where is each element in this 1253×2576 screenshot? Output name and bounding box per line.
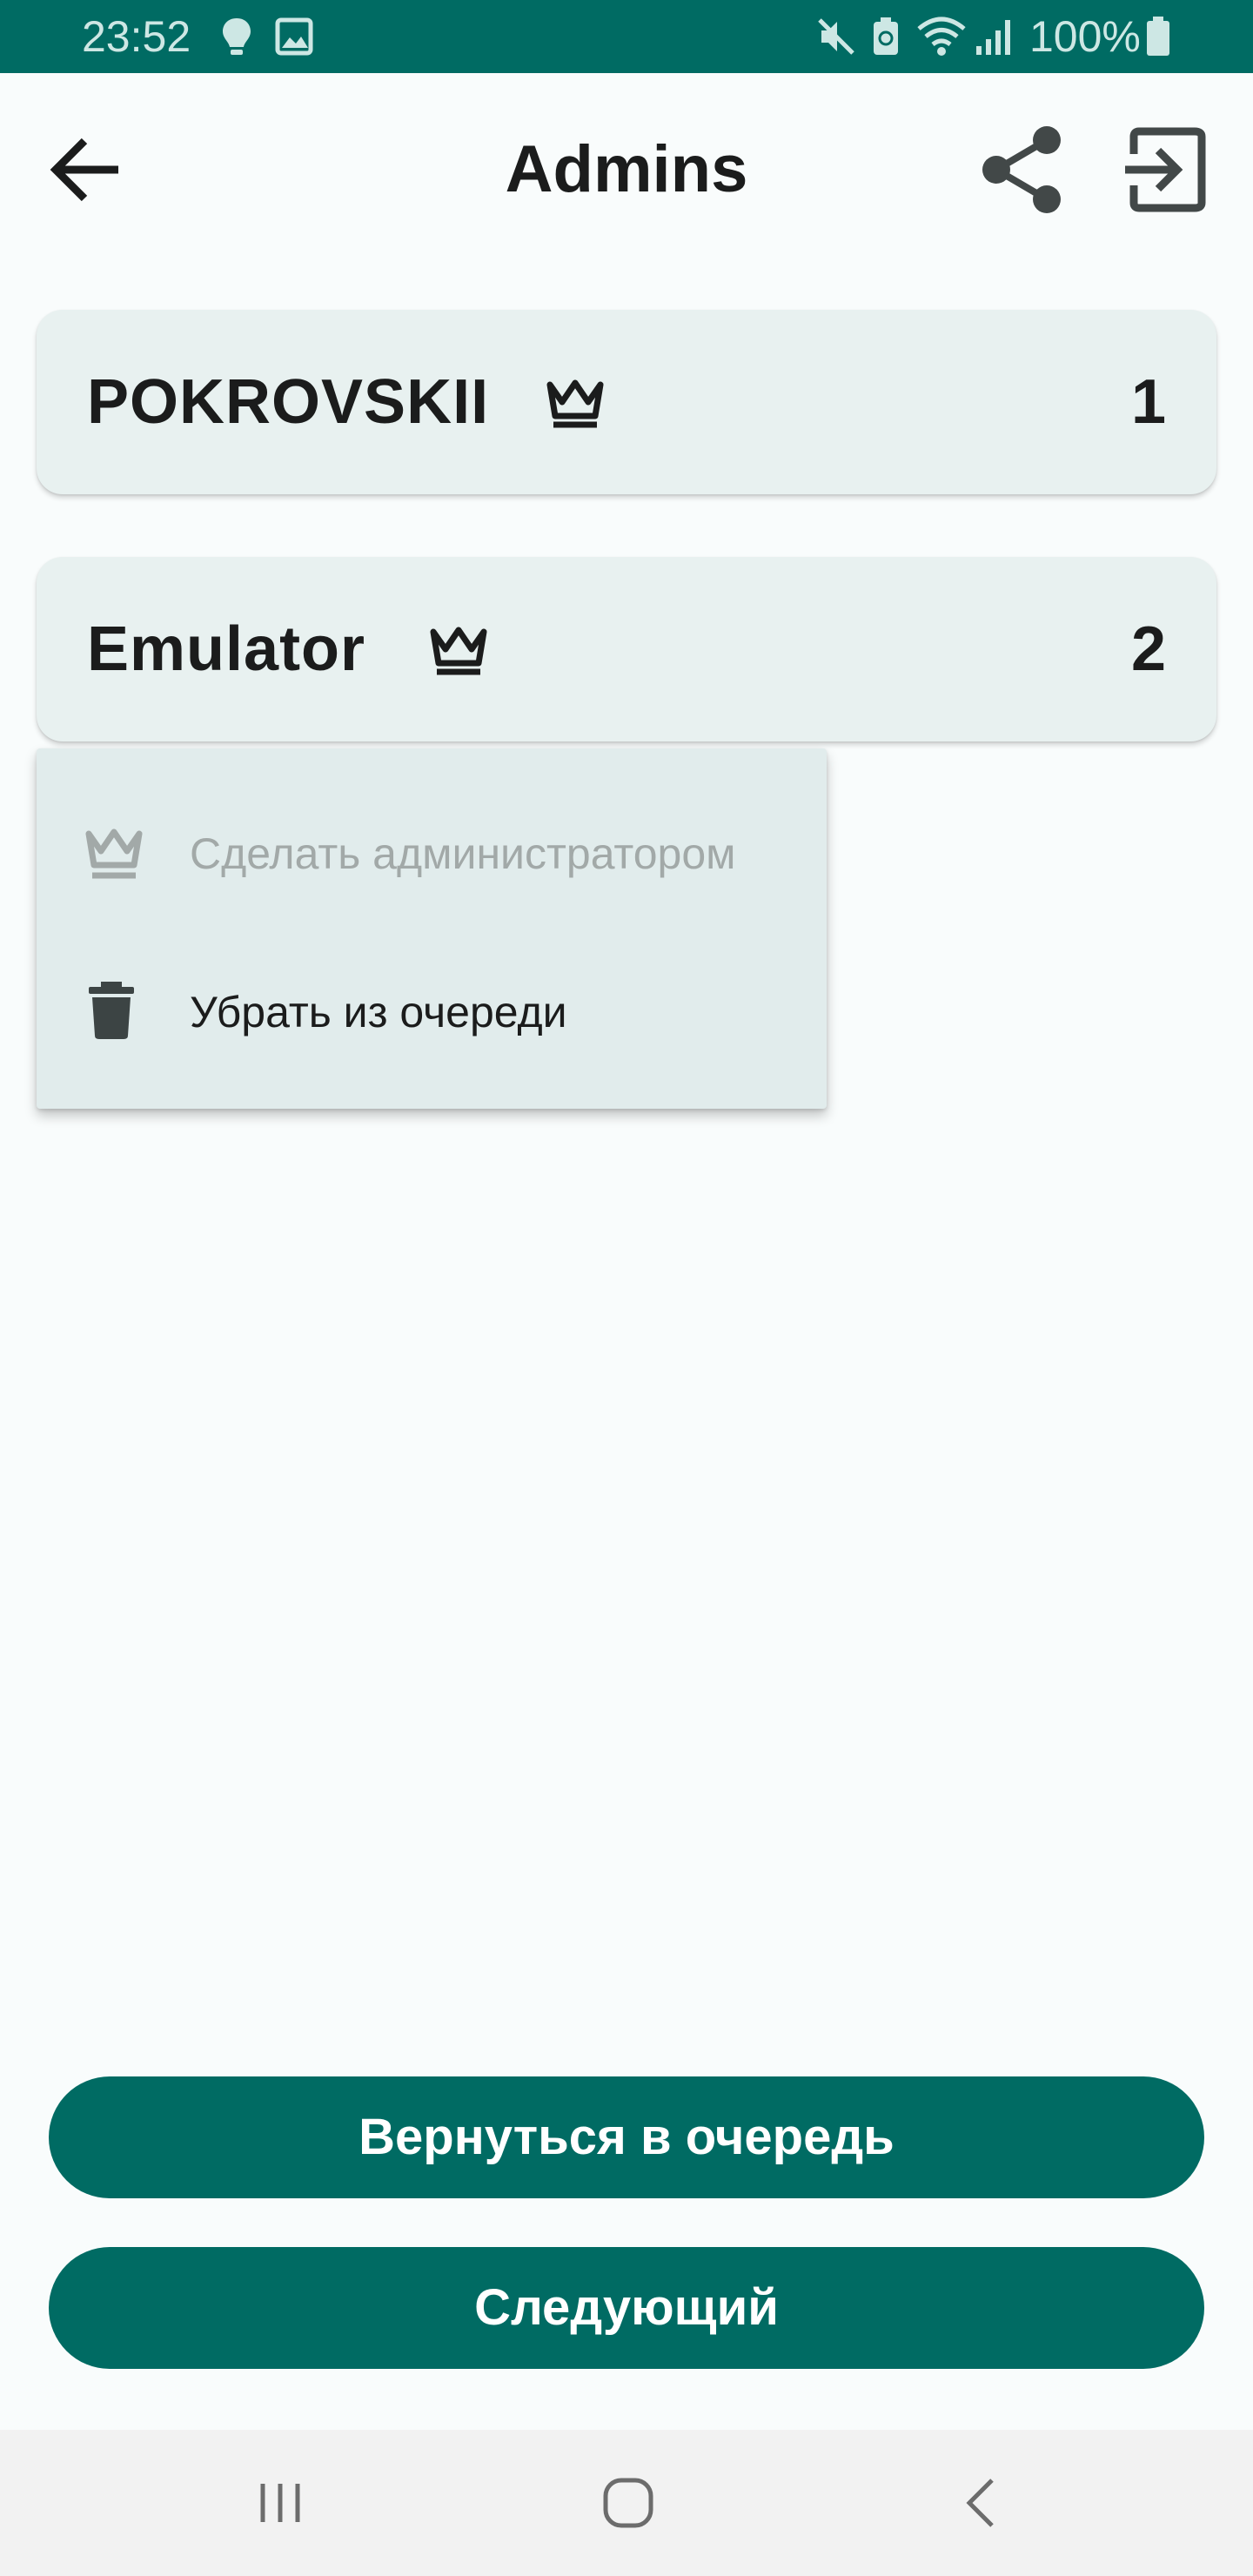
exit-button[interactable] [1112,118,1215,221]
queue-item-name: Emulator [87,614,366,684]
nav-recents-button[interactable] [193,2430,367,2576]
crown-icon [82,825,146,887]
return-to-queue-button[interactable]: Вернуться в очередь [49,2076,1204,2198]
trash-icon [87,980,136,1045]
menu-item-label: Сделать администратором [190,829,736,878]
image-icon [275,15,313,63]
menu-item-label: Убрать из очереди [190,988,567,1036]
next-button[interactable]: Следующий [49,2247,1204,2369]
menu-item-remove-from-queue[interactable]: Убрать из очереди [37,933,827,1091]
signal-icon [975,15,1016,63]
queue-position: 1 [1130,367,1166,437]
system-nav-bar [0,2430,1253,2576]
share-icon [982,126,1061,213]
mute-icon [816,15,856,63]
wifi-icon [915,15,968,63]
home-icon [603,2478,653,2528]
recents-icon [260,2484,300,2522]
battery-percent: 100% [1029,12,1141,61]
queue-item-card[interactable]: POKROVSKII 1 [37,310,1216,494]
menu-item-make-admin[interactable]: Сделать администратором [37,775,827,933]
crown-icon [543,376,607,434]
status-bar: 23:52 100% [0,0,1253,73]
queue-position: 2 [1130,614,1166,684]
status-time: 23:52 [82,12,191,61]
exit-icon [1125,127,1206,212]
context-menu: Сделать администратором Убрать из очеред… [37,748,827,1109]
share-button[interactable] [971,118,1074,221]
battery-icon [1145,15,1171,63]
crown-icon [426,623,491,681]
nav-back-button[interactable] [895,2430,1069,2576]
battery-saver-icon [868,15,903,63]
back-icon [966,2479,994,2527]
queue-item-card[interactable]: Emulator 2 [37,557,1216,741]
nav-home-button[interactable] [541,2430,715,2576]
queue-item-name: POKROVSKII [87,367,490,437]
bulb-icon [219,15,254,63]
